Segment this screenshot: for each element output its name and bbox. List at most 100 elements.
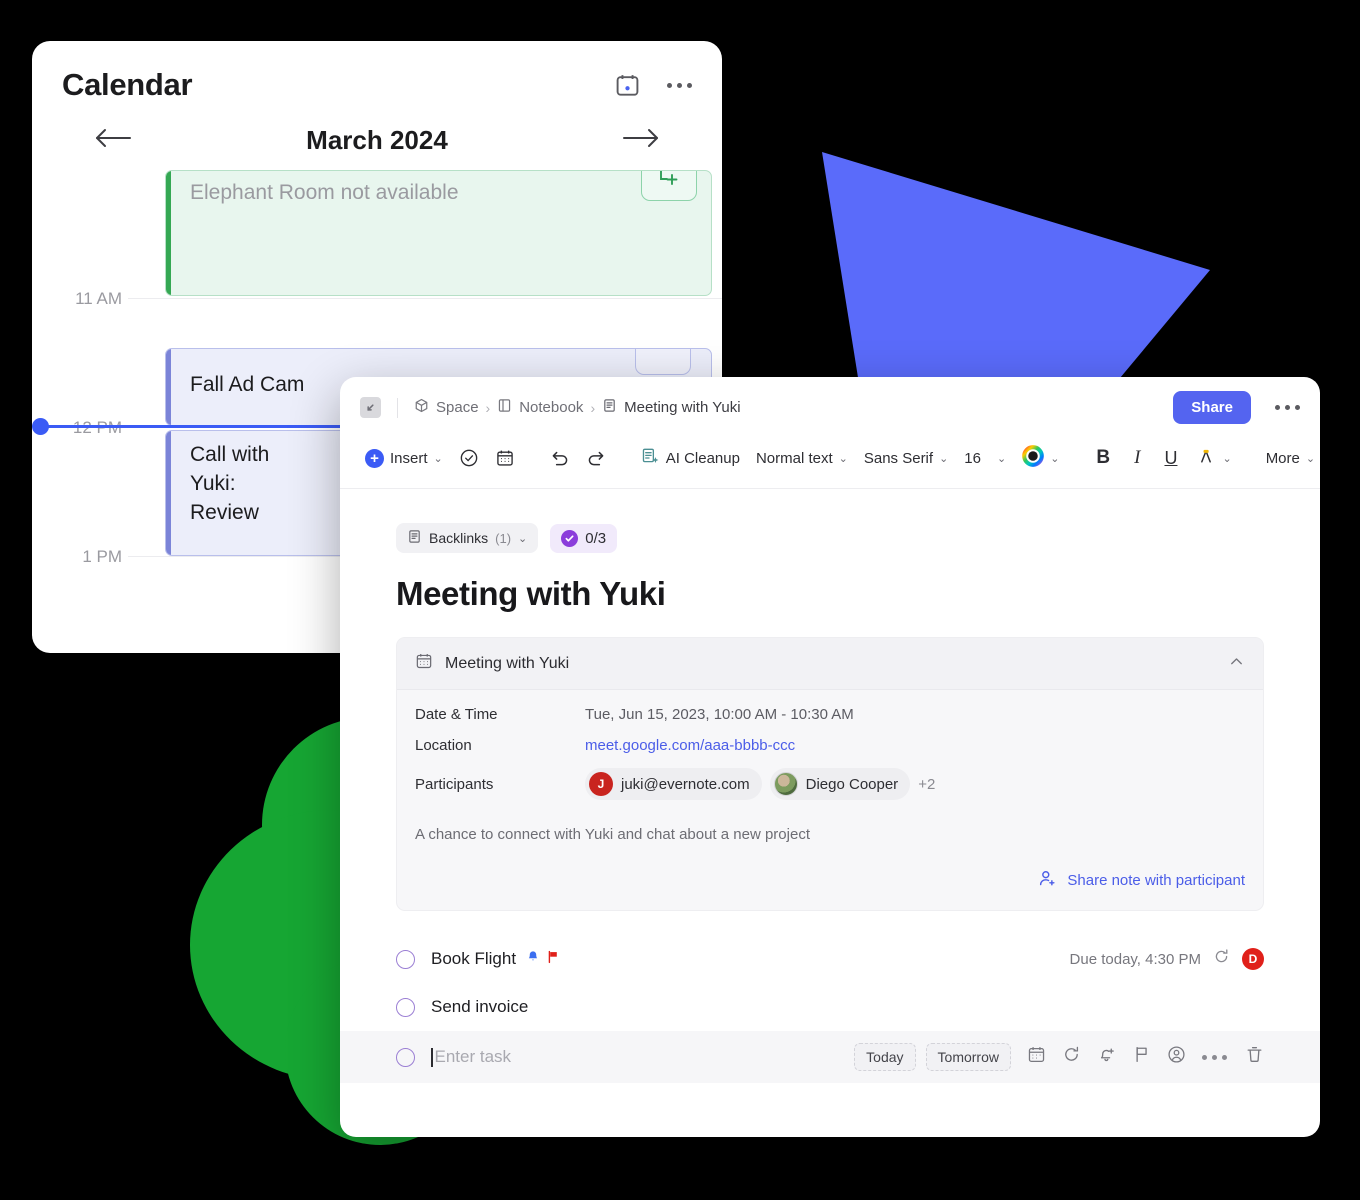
backlinks-count: (1) [495,530,512,546]
event-ghost-badge [635,349,691,375]
avatar [773,772,798,796]
undo-icon[interactable] [542,443,577,474]
prev-month-button[interactable] [92,125,134,156]
note-topbar: Space › Notebook › Meeting with Yuki Sha… [340,377,1320,434]
underline-button[interactable]: U [1154,445,1187,472]
flag-icon [546,950,560,969]
flag-icon[interactable] [1132,1045,1151,1069]
redo-icon[interactable] [579,443,614,474]
task-assignee-avatar[interactable]: D [1242,948,1264,970]
insert-label: Insert [390,449,428,467]
avatar: J [589,772,613,796]
chevron-down-icon: ⌄ [1050,452,1060,465]
more-formatting-dropdown[interactable]: More ⌄ [1259,445,1320,472]
font-size-dropdown[interactable]: 16 ⌄ [957,445,1013,472]
more-options-icon[interactable] [1202,1054,1227,1060]
breadcrumb-separator: › [485,399,491,416]
text-color-dropdown[interactable]: ⌄ [1015,440,1066,476]
ai-cleanup-button[interactable]: AI Cleanup [634,442,747,475]
font-size-label: 16 [964,449,981,467]
share-note-with-participant-button[interactable]: Share note with participant [1038,869,1245,892]
paragraph-style-dropdown[interactable]: Normal text ⌄ [749,445,855,472]
repeat-icon[interactable] [1213,948,1230,970]
notebook-icon [497,398,512,417]
participant-chip[interactable]: J juki@evernote.com [585,768,762,800]
text-caret [431,1047,433,1067]
note-formatting-toolbar: + Insert ⌄ AI Cleanup Normal text ⌄ Sans… [340,434,1320,489]
breadcrumb-item-note[interactable]: Meeting with Yuki [602,398,741,417]
calendar-header: Calendar [32,41,722,109]
ai-cleanup-icon [641,447,660,470]
assignee-icon[interactable] [1167,1045,1186,1069]
note-chips: Backlinks (1) ⌄ 0/3 [396,523,1264,553]
chevron-up-icon[interactable] [1228,653,1245,675]
current-time-dot [32,418,49,435]
task-checkbox[interactable] [396,1047,415,1067]
next-month-button[interactable] [620,125,662,156]
new-task-input[interactable]: Enter task [435,1047,512,1067]
backlinks-label: Backlinks [429,530,489,546]
share-note-label: Share note with participant [1067,872,1245,889]
bell-icon [526,950,540,969]
more-options-icon[interactable] [1275,405,1300,410]
font-family-label: Sans Serif [863,449,934,467]
today-button[interactable]: Today [854,1043,916,1071]
row-label: Participants [415,775,494,793]
repeat-icon[interactable] [1062,1045,1081,1069]
tomorrow-button[interactable]: Tomorrow [925,1043,1011,1071]
task-progress-chip[interactable]: 0/3 [550,523,618,553]
calendar-icon[interactable] [614,72,641,99]
reminder-bell-icon[interactable] [1097,1045,1116,1069]
breadcrumb-item-notebook[interactable]: Notebook [497,398,583,417]
participant-name: Diego Cooper [805,775,899,793]
breadcrumb-label: Notebook [519,399,584,416]
more-options-icon[interactable] [667,82,692,88]
meeting-row-participants: Participants J juki@evernote.com Diego C… [415,768,1245,800]
add-person-icon [1038,869,1057,892]
highlight-dropdown[interactable]: ⌄ [1189,441,1238,475]
backlinks-icon [407,529,422,547]
expand-icon[interactable] [360,397,381,418]
chevron-down-icon: ⌄ [433,452,443,465]
trash-icon[interactable] [1245,1045,1264,1069]
task-row[interactable]: Send invoice [340,983,1320,1031]
add-room-icon[interactable] [641,171,697,201]
participant-chip[interactable]: Diego Cooper [769,768,911,800]
insert-button[interactable]: + Insert ⌄ [358,444,450,473]
new-task-row[interactable]: Enter task Today Tomorrow [340,1031,1320,1083]
breadcrumb-item-space[interactable]: Space [414,398,479,417]
event-color-bar [166,171,171,295]
more-label: More [1265,449,1300,467]
participants-overflow[interactable]: +2 [918,776,935,793]
chevron-down-icon: ⌄ [838,452,848,465]
event-title: Call with Yuki: Review [190,443,270,524]
task-progress-label: 0/3 [585,529,607,547]
meeting-link[interactable]: meet.google.com/aaa-bbbb-ccc [585,737,795,754]
calendar-icon [415,652,433,675]
calendar-month-nav: March 2024 [32,109,722,166]
meeting-card-header[interactable]: Meeting with Yuki [397,638,1263,690]
font-family-dropdown[interactable]: Sans Serif ⌄ [857,445,955,472]
task-row[interactable]: Book Flight Due today, 4:30 PM D [340,935,1320,983]
calendar-icon[interactable] [1027,1045,1046,1069]
meeting-details-card: Meeting with Yuki Date & Time Tue, Jun 1… [396,637,1264,911]
calendar-header-actions [614,72,692,99]
calendar-event-elephant-room[interactable]: Elephant Room not available [165,170,712,296]
hour-label-1pm: 1 PM [82,547,122,566]
task-checkbox[interactable] [396,997,415,1017]
share-button[interactable]: Share [1173,391,1251,424]
highlight-pen-icon [1196,446,1216,470]
chevron-down-icon: ⌄ [518,532,528,545]
screenshot-canvas: Calendar March 2024 11 AM 1 PM Elephant … [0,0,1360,1200]
backlinks-chip[interactable]: Backlinks (1) ⌄ [396,523,539,553]
bold-button[interactable]: B [1086,444,1120,472]
italic-button[interactable]: I [1122,444,1152,472]
check-icon [561,529,579,547]
hour-label-11am: 11 AM [75,289,122,308]
event-color-bar [166,349,171,425]
task-checkbox[interactable] [396,949,415,969]
breadcrumb: Space › Notebook › Meeting with Yuki [414,398,1163,417]
calendar-icon[interactable] [488,443,522,473]
task-due-date: Due today, 4:30 PM [1069,950,1201,968]
check-circle-icon[interactable] [452,443,486,473]
